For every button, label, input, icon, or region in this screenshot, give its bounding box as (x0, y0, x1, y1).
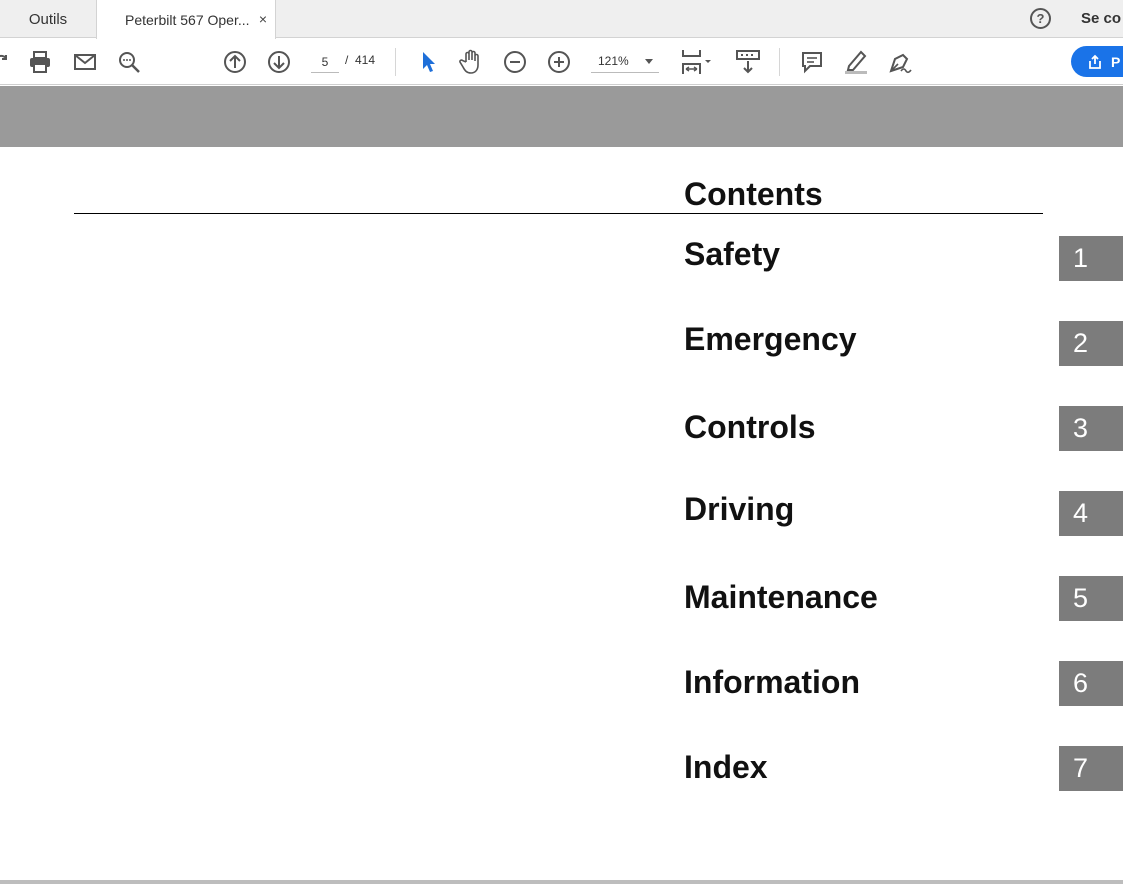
toc-entry-emergency[interactable]: Emergency (684, 321, 857, 358)
share-icon (1089, 54, 1101, 69)
section-tab-6[interactable]: 6 (1059, 661, 1123, 706)
close-icon[interactable]: × (259, 11, 267, 27)
toc-entry-index[interactable]: Index (684, 749, 768, 786)
sign-icon[interactable] (885, 47, 915, 77)
title-rule (74, 213, 1043, 214)
toolbar: / 414 121% P (0, 39, 1123, 85)
page-number-input[interactable] (311, 51, 339, 73)
section-tab-1[interactable]: 1 (1059, 236, 1123, 281)
share-button-label: P (1111, 53, 1121, 70)
document-page: Contents Safety 1 Emergency 2 Controls 3… (0, 147, 1123, 881)
help-icon[interactable]: ? (1030, 8, 1051, 29)
page-total: 414 (355, 53, 376, 67)
zoom-in-icon[interactable] (544, 47, 574, 77)
page-up-icon[interactable] (220, 47, 250, 77)
search-icon[interactable] (114, 47, 144, 77)
section-tab-3[interactable]: 3 (1059, 406, 1123, 451)
share-back-icon[interactable] (0, 47, 16, 77)
page-separator: / (345, 53, 349, 67)
scroll-mode-icon[interactable] (733, 47, 763, 77)
share-button[interactable]: P (1071, 46, 1123, 77)
toc-entry-maintenance[interactable]: Maintenance (684, 579, 878, 616)
tab-bar: Outils Peterbilt 567 Oper... × ? Se co (0, 0, 1123, 39)
section-tab-7[interactable]: 7 (1059, 746, 1123, 791)
toolbar-divider (779, 48, 780, 76)
section-tab-2[interactable]: 2 (1059, 321, 1123, 366)
zoom-select[interactable]: 121% (591, 50, 659, 73)
toc-entry-driving[interactable]: Driving (684, 491, 794, 528)
comment-icon[interactable] (797, 47, 827, 77)
toc-entry-controls[interactable]: Controls (684, 409, 816, 446)
select-cursor-icon[interactable] (413, 47, 443, 77)
chevron-down-icon (645, 59, 653, 64)
tab-document-label: Peterbilt 567 Oper... (125, 11, 250, 28)
page-header-band (0, 86, 1123, 147)
section-tab-5[interactable]: 5 (1059, 576, 1123, 621)
toolbar-divider (395, 48, 396, 76)
highlight-icon[interactable] (841, 47, 871, 77)
fit-page-icon[interactable] (678, 47, 718, 77)
toc-entry-safety[interactable]: Safety (684, 236, 780, 273)
toc-entry-information[interactable]: Information (684, 664, 860, 701)
contents-title: Contents (684, 176, 823, 212)
hand-tool-icon[interactable] (456, 47, 486, 77)
zoom-out-icon[interactable] (500, 47, 530, 77)
page-down-icon[interactable] (264, 47, 294, 77)
zoom-value: 121% (598, 54, 629, 68)
section-tab-4[interactable]: 4 (1059, 491, 1123, 536)
tab-tools[interactable]: Outils (0, 0, 96, 38)
print-icon[interactable] (25, 47, 55, 77)
page-bottom-border (0, 880, 1123, 884)
email-icon[interactable] (70, 47, 100, 77)
tab-document[interactable]: Peterbilt 567 Oper... × (96, 0, 276, 39)
signin-link[interactable]: Se co (1081, 10, 1121, 27)
